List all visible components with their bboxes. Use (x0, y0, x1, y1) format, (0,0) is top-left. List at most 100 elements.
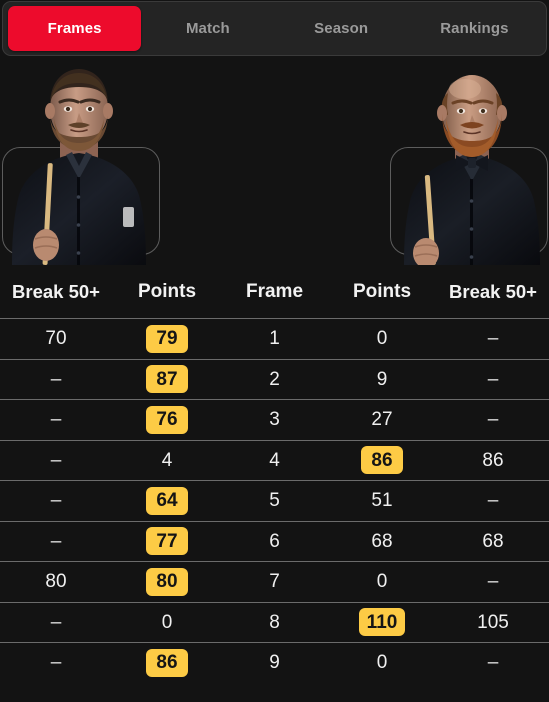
cell-left_break: – (0, 522, 112, 562)
points-badge: 86 (361, 446, 403, 475)
cell-right_break: 86 (437, 441, 549, 481)
cell-left_break: – (0, 603, 112, 643)
points-badge: 110 (358, 608, 406, 637)
cell-left_points: 86 (112, 643, 222, 683)
table-header-row: Break 50+ Points Frame Points Break 50+ (0, 265, 549, 318)
cell-value: 0 (161, 611, 173, 633)
cell-value: 86 (482, 449, 504, 471)
table-row[interactable]: 70 79 1 0 – (0, 318, 549, 359)
cell-value: 0 (376, 328, 388, 350)
cell-value: 0 (376, 571, 388, 593)
points-badge: 76 (146, 405, 188, 434)
cell-left_points: 77 (112, 522, 222, 562)
tab-frames[interactable]: Frames (8, 6, 142, 51)
cell-value: – (487, 328, 499, 350)
cell-right_break: 105 (437, 603, 549, 643)
tab-bar: Frames Match Season Rankings (2, 1, 547, 56)
cell-frame: 7 (222, 562, 327, 602)
cell-value: – (50, 449, 62, 471)
points-badge: 80 (146, 567, 188, 596)
cell-value: 5 (269, 490, 280, 512)
table-row[interactable]: – 0 8 110 105 (0, 601, 549, 643)
cell-value: 0 (376, 652, 388, 674)
points-badge: 87 (146, 365, 188, 394)
cell-left_break: 80 (0, 562, 112, 602)
header-frame: Frame (245, 280, 304, 302)
table-row[interactable]: – 86 9 0 – (0, 642, 549, 683)
cell-value: 7 (269, 571, 280, 593)
cell-value: 9 (269, 652, 280, 674)
tab-season-label: Season (314, 20, 369, 37)
tab-match[interactable]: Match (141, 6, 274, 51)
table-row[interactable]: – 64 5 51 – (0, 480, 549, 521)
tab-match-label: Match (185, 20, 230, 37)
header-left-points: Points (137, 280, 197, 302)
cell-value: 3 (269, 409, 280, 431)
table-rows: 70 79 1 0– –87 2 9– –76 3 27– –4 4 86 86–64 5 51– –77 6 68… (0, 318, 549, 683)
points-badge: 77 (146, 527, 188, 556)
cell-value: – (50, 652, 62, 674)
cell-left_points: 64 (112, 481, 222, 521)
cell-frame: 3 (222, 400, 327, 440)
header-right-points: Points (352, 280, 412, 302)
cell-right_points: 68 (327, 522, 437, 562)
cell-value: 2 (269, 368, 280, 390)
cell-left_break: – (0, 400, 112, 440)
cell-frame: 2 (222, 360, 327, 400)
cell-value: – (50, 530, 62, 552)
cell-right_points: 51 (327, 481, 437, 521)
cell-value: – (487, 368, 499, 390)
cell-value: 68 (371, 530, 393, 552)
cell-value: – (50, 409, 62, 431)
cell-left_points: 76 (112, 400, 222, 440)
points-badge: 86 (146, 648, 188, 677)
cell-value: 8 (269, 611, 280, 633)
cell-right_break: – (437, 360, 549, 400)
cell-value: 9 (376, 368, 388, 390)
cell-right_points: 27 (327, 400, 437, 440)
cell-left_points: 80 (112, 562, 222, 602)
players-section (0, 57, 549, 265)
left-player-photo (12, 69, 146, 265)
cell-right_break: – (437, 481, 549, 521)
table-row[interactable]: 80 80 7 0 – (0, 561, 549, 602)
cell-value: 6 (269, 530, 280, 552)
cell-value: – (487, 409, 499, 431)
cell-value: 51 (371, 490, 393, 512)
tab-season[interactable]: Season (275, 6, 408, 51)
right-player[interactable] (370, 57, 549, 265)
table-row[interactable]: – 4 4 86 86 (0, 439, 549, 481)
cell-value: 80 (45, 571, 67, 593)
cell-value: 68 (482, 530, 504, 552)
left-player[interactable] (0, 57, 180, 265)
points-badge: 64 (146, 486, 188, 515)
cell-frame: 6 (222, 522, 327, 562)
cell-value: – (50, 611, 62, 633)
cell-frame: 4 (222, 441, 327, 481)
cell-right_points: 9 (327, 360, 437, 400)
cell-left_break: – (0, 360, 112, 400)
cell-right_points: 0 (327, 562, 437, 602)
cell-right_points: 86 (327, 441, 437, 481)
cell-left_points: 4 (112, 441, 222, 481)
cell-value: – (487, 571, 499, 593)
cell-value: – (50, 490, 62, 512)
table-row[interactable]: – 76 3 27 – (0, 399, 549, 440)
cell-right_points: 0 (327, 319, 437, 359)
cell-right_break: – (437, 643, 549, 683)
cell-value: – (487, 490, 499, 512)
cell-value: – (487, 652, 499, 674)
cell-left_points: 79 (112, 319, 222, 359)
cell-value: 70 (45, 328, 67, 350)
cell-frame: 5 (222, 481, 327, 521)
cell-value: 1 (269, 328, 280, 350)
header-right-break: Break 50+ (449, 280, 537, 302)
table-row[interactable]: – 77 6 68 68 (0, 520, 549, 562)
cell-value: – (50, 368, 62, 390)
cell-right_break: – (437, 562, 549, 602)
cell-left_points: 0 (112, 603, 222, 643)
frames-table: Break 50+ Points Frame Points Break 50+ … (0, 265, 549, 683)
cell-left_break: – (0, 481, 112, 521)
table-row[interactable]: – 87 2 9 – (0, 358, 549, 400)
tab-rankings[interactable]: Rankings (408, 6, 541, 51)
